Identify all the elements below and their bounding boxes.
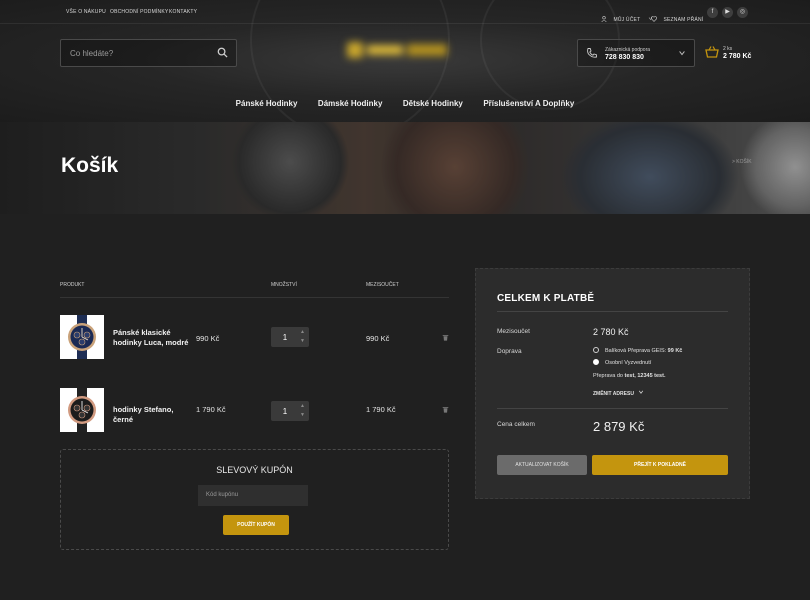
decrement-arrow-icon[interactable]: ▼: [300, 412, 305, 418]
cart-count: 2 ks: [723, 46, 733, 52]
wishlist-link[interactable]: SEZNAM PŘÁNÍ: [651, 8, 703, 26]
nav-item-womens-watches[interactable]: Dámské Hodinky: [318, 99, 382, 108]
account-label: MŮJ ÚČET: [613, 17, 641, 23]
quantity-stepper[interactable]: 1 ▲ ▼: [271, 401, 309, 421]
product-image-luca[interactable]: [60, 315, 104, 359]
chevron-down-icon: [679, 51, 685, 56]
product-price: 990 Kč: [196, 334, 220, 343]
nav-item-accessories[interactable]: Příslušenství A Doplňky: [483, 99, 574, 108]
cart-total: 2 780 Kč: [723, 53, 752, 60]
order-totals-panel: CELKEM K PLATBĚ Mezisoučet 2 780 Kč Dopr…: [475, 268, 750, 499]
shipping-destination-value: test, 12345 test: [624, 373, 664, 379]
radio-button-selected[interactable]: [593, 359, 599, 365]
facebook-icon[interactable]: f: [707, 7, 718, 18]
quantity-value[interactable]: 1: [271, 333, 299, 342]
product-image-stefano[interactable]: [60, 388, 104, 432]
divider: [60, 297, 449, 298]
product-price: 1 790 Kč: [196, 405, 226, 414]
search-input[interactable]: Co hledáte?: [70, 49, 113, 58]
nav-item-kids-watches[interactable]: Dětské Hodinky: [403, 99, 463, 108]
cart-basket-icon: [705, 46, 719, 58]
topbar-link-shopping-info[interactable]: VŠE O NÁKUPU: [66, 9, 106, 15]
checkout-button[interactable]: PŘEJÍT K POKLADNĚ: [592, 455, 728, 475]
support-label: Zákaznická podpora: [605, 47, 651, 53]
totals-title: CELKEM K PLATBĚ: [497, 293, 595, 304]
search-box[interactable]: Co hledáte?: [60, 39, 237, 67]
subtotal-label: Mezisoučet: [497, 328, 530, 335]
main-navigation: Pánské Hodinky Dámské Hodinky Dětské Hod…: [0, 93, 810, 111]
row-subtotal: 990 Kč: [366, 334, 390, 343]
total-label: Cena celkem: [497, 421, 535, 428]
site-logo[interactable]: [345, 40, 455, 62]
chevron-down-icon: [639, 390, 644, 394]
account-link[interactable]: MŮJ ÚČET: [601, 8, 653, 26]
shipping-label: Doprava: [497, 348, 522, 355]
search-icon[interactable]: [217, 47, 228, 58]
divider: [497, 408, 728, 409]
shipping-option-price: 99 Kč: [667, 348, 683, 354]
heart-icon: [651, 16, 657, 22]
top-bar: VŠE O NÁKUPU OBCHODNÍ PODMÍNKY KONTAKTY …: [0, 0, 810, 24]
quantity-stepper[interactable]: 1 ▲ ▼: [271, 327, 309, 347]
trash-icon[interactable]: [442, 406, 449, 413]
page-title: Košík: [61, 154, 119, 177]
shipping-destination: Přeprava do test, 12345 test.: [593, 373, 666, 379]
apply-coupon-button[interactable]: POUŽÍT KUPÓN: [223, 515, 289, 535]
shipping-option-geis[interactable]: Balíková Přeprava GEIS: 99 Kč: [593, 347, 682, 354]
site-header: VŠE O NÁKUPU OBCHODNÍ PODMÍNKY KONTAKTY …: [0, 0, 810, 140]
product-name[interactable]: hodinky Stefano, černé: [113, 405, 193, 425]
coupon-title: SLEVOVÝ KUPÓN: [216, 465, 293, 475]
decrement-arrow-icon[interactable]: ▼: [300, 338, 305, 344]
coupon-code-input[interactable]: Kód kupónu: [198, 485, 308, 506]
wishlist-label: SEZNAM PŘÁNÍ: [663, 17, 704, 23]
update-cart-button[interactable]: AKTUALIZOVAT KOŠÍK: [497, 455, 587, 475]
increment-arrow-icon[interactable]: ▲: [300, 403, 305, 409]
nav-item-mens-watches[interactable]: Pánské Hodinky: [236, 99, 298, 108]
customer-support-box[interactable]: Zákaznická podpora 728 830 830: [577, 39, 695, 67]
shipping-option-pickup[interactable]: Osobní Vyzvednutí: [593, 359, 651, 366]
youtube-icon[interactable]: ▶: [722, 7, 733, 18]
divider: [497, 311, 728, 312]
coupon-box: SLEVOVÝ KUPÓN Kód kupónu POUŽÍT KUPÓN: [60, 449, 449, 550]
increment-arrow-icon[interactable]: ▲: [300, 329, 305, 335]
topbar-link-contacts[interactable]: KONTAKTY: [169, 9, 197, 15]
total-value: 2 879 Kč: [593, 419, 645, 434]
coupon-placeholder: Kód kupónu: [206, 492, 239, 498]
radio-button[interactable]: [593, 347, 599, 353]
page-hero-banner: Košík > KOŠÍK: [0, 122, 810, 214]
column-header-quantity: MNOŽSTVÍ: [271, 282, 297, 288]
user-icon: [601, 16, 607, 23]
change-address-link[interactable]: ZMĚNIT ADRESU: [593, 389, 644, 397]
support-phone[interactable]: 728 830 830: [605, 54, 644, 61]
subtotal-value: 2 780 Kč: [593, 327, 629, 337]
product-name[interactable]: Pánské klasické hodinky Luca, modré: [113, 328, 193, 348]
column-header-subtotal: MEZISOUČET: [366, 282, 399, 288]
topbar-link-terms[interactable]: OBCHODNÍ PODMÍNKY: [110, 9, 168, 15]
phone-icon: [587, 48, 597, 58]
shipping-option-label: Balíková Přeprava GEIS:: [605, 348, 667, 354]
row-subtotal: 1 790 Kč: [366, 405, 396, 414]
trash-icon[interactable]: [442, 334, 449, 341]
column-header-product: PRODUKT: [60, 282, 85, 288]
shipping-destination-prefix: Přeprava do: [593, 373, 623, 379]
shipping-option-label: Osobní Vyzvednutí: [605, 360, 652, 366]
breadcrumb[interactable]: > KOŠÍK: [732, 159, 752, 165]
change-address-label: ZMĚNIT ADRESU: [593, 391, 634, 397]
quantity-value[interactable]: 1: [271, 407, 299, 416]
instagram-icon[interactable]: ◎: [737, 7, 748, 18]
